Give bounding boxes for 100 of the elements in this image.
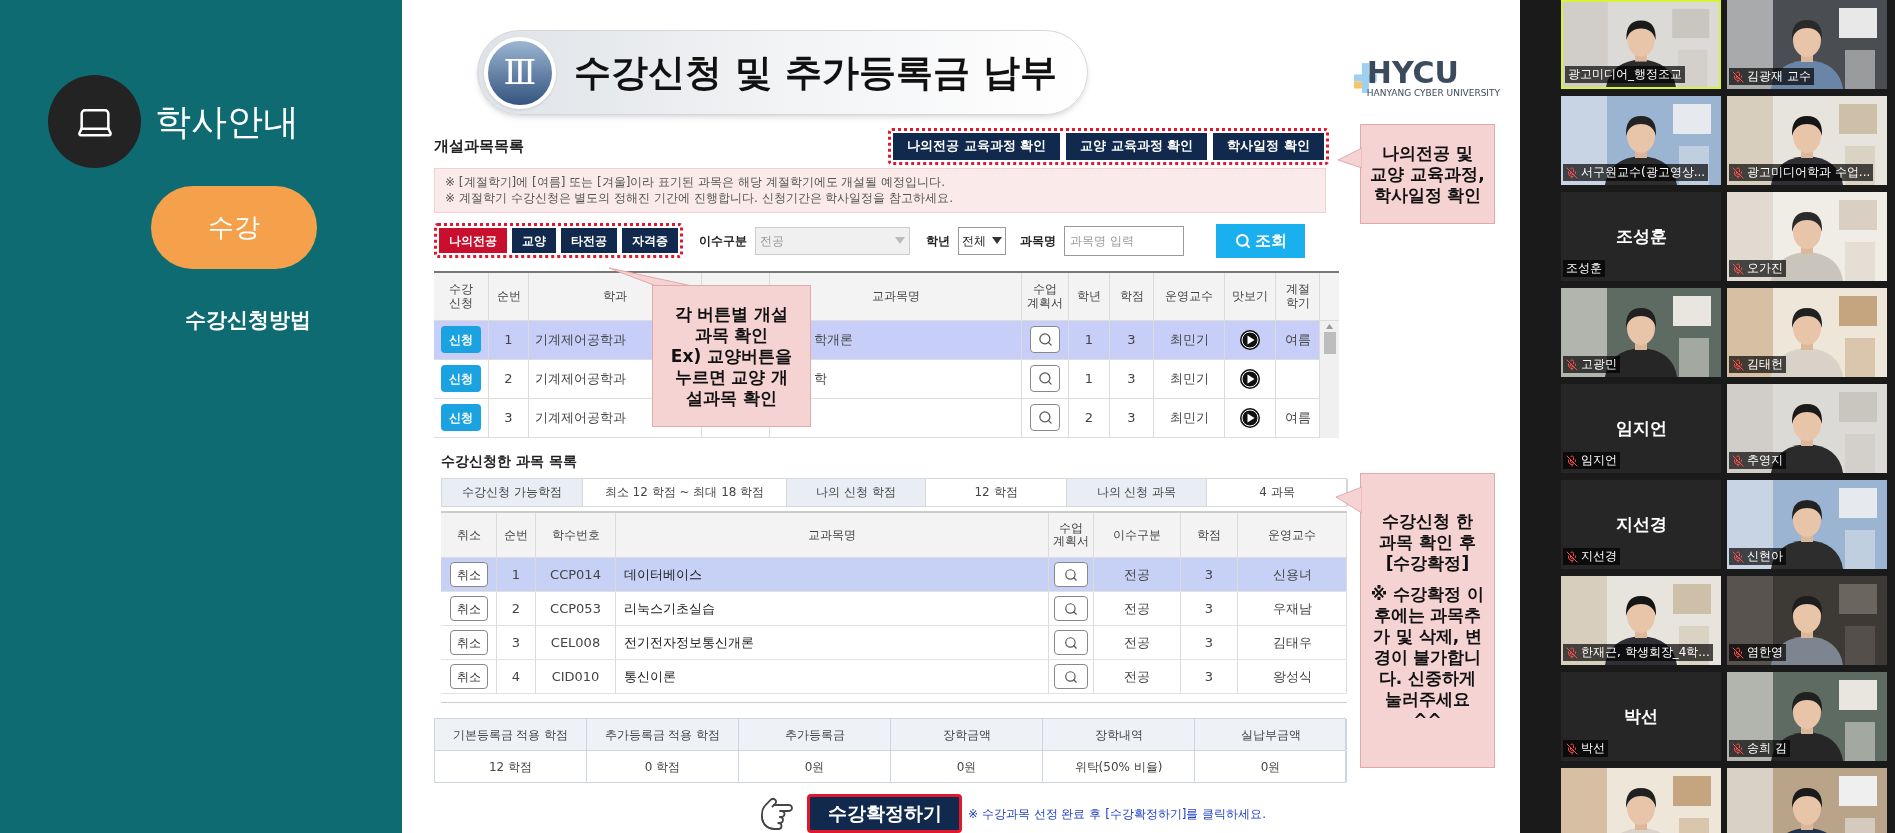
table-cell-text: 3 bbox=[1204, 600, 1214, 619]
table-cell-text: 3 bbox=[1127, 369, 1136, 388]
filter-tab[interactable]: 교양 bbox=[512, 228, 556, 254]
cancel-button[interactable]: 취소 bbox=[449, 562, 488, 588]
column-header: 학점 bbox=[1197, 528, 1221, 542]
filter-label: 이수구분 bbox=[699, 232, 747, 250]
table-cell-text: 전공 bbox=[1124, 634, 1150, 653]
summary-label: 나의 신청 학점 bbox=[816, 484, 896, 502]
participant-tile[interactable]: 염한영 bbox=[1727, 576, 1887, 665]
table-cell-text: 기계제어공학과 bbox=[535, 330, 626, 349]
participant-tile[interactable]: 박선 박선 bbox=[1561, 672, 1721, 761]
table-cell-text: 기계제어공학과 bbox=[535, 408, 626, 427]
table-cell-text: 데이터베이스 bbox=[624, 566, 702, 585]
table-cell-text: 3 bbox=[504, 408, 513, 427]
syllabus-button[interactable] bbox=[1030, 326, 1060, 353]
table-cell-text: 3 bbox=[1127, 408, 1136, 427]
link-button[interactable]: 학사일정 확인 bbox=[1213, 132, 1324, 160]
syllabus-button[interactable] bbox=[1054, 664, 1088, 690]
participant-tile[interactable]: 서구원교수(광고영상... bbox=[1561, 96, 1721, 185]
participant-tile[interactable]: 지선경 지선경 bbox=[1561, 480, 1721, 569]
syllabus-button[interactable] bbox=[1054, 596, 1088, 622]
search-icon bbox=[1037, 371, 1053, 386]
syllabus-button[interactable] bbox=[1030, 404, 1060, 431]
participant-tile[interactable]: 신현아 bbox=[1727, 480, 1887, 569]
table-cell-text: 리눅스기초실습 bbox=[624, 600, 715, 619]
table-cell-text: 2 bbox=[1084, 408, 1094, 427]
search-icon bbox=[1064, 567, 1078, 582]
table-cell-text: 3 bbox=[1204, 566, 1214, 585]
scroll-up-icon[interactable] bbox=[1326, 323, 1333, 329]
table-cell-text: 전공 bbox=[1124, 600, 1150, 619]
cancel-button[interactable]: 취소 bbox=[449, 664, 488, 690]
confirm-button[interactable]: 수강확정하기 bbox=[807, 794, 962, 833]
participant-tile[interactable]: 임지언 임지언 bbox=[1561, 384, 1721, 473]
participant-tile[interactable]: 조성훈 조성훈 bbox=[1561, 192, 1721, 281]
participant-display-name: 조성훈 bbox=[1615, 224, 1667, 248]
table-cell-text: 1 bbox=[511, 566, 521, 585]
input-field[interactable]: 과목명 입력 bbox=[1064, 225, 1184, 256]
participant-tile[interactable]: 고광민 bbox=[1561, 288, 1721, 377]
select-field[interactable]: 전체 bbox=[958, 226, 1006, 255]
caret-icon bbox=[895, 237, 905, 245]
syllabus-button[interactable] bbox=[1030, 365, 1060, 392]
syllabus-button[interactable] bbox=[1054, 562, 1088, 588]
play-icon[interactable] bbox=[1239, 328, 1261, 351]
scrollbar[interactable] bbox=[1320, 320, 1339, 438]
search-icon bbox=[1064, 601, 1078, 616]
table-cell-text: 2 bbox=[511, 600, 521, 619]
cancel-button[interactable]: 취소 bbox=[449, 596, 488, 622]
filter-tab[interactable]: 나의전공 bbox=[439, 228, 507, 254]
column-header: 추가등록금 bbox=[784, 726, 845, 744]
list-title: 개설과목목록 bbox=[434, 135, 524, 157]
column-header: 기본등록금 적용 학점 bbox=[452, 726, 569, 744]
logo-text: HYCU bbox=[1366, 57, 1459, 88]
table-row[interactable]: 취소 2 CCP053 리눅스기초실습 전공 3 우재남 bbox=[441, 592, 1347, 627]
callout-pointer bbox=[1338, 146, 1362, 170]
table-cell-text: 여름 bbox=[1284, 330, 1311, 349]
filter-label: 과목명 bbox=[1020, 232, 1056, 250]
table-cell-text: 최민기 bbox=[1169, 408, 1209, 427]
participant-tile[interactable]: 김태헌 bbox=[1727, 288, 1887, 377]
filter-tab[interactable]: 타전공 bbox=[561, 228, 617, 254]
link-button[interactable]: 나의전공 교육과정 확인 bbox=[893, 132, 1061, 160]
play-icon[interactable] bbox=[1239, 367, 1261, 390]
participant-tile[interactable]: 한재근, 학생회장_4학... bbox=[1561, 576, 1721, 665]
column-header: 장학금액 bbox=[942, 726, 991, 744]
participant-name: 오가진 bbox=[1747, 261, 1783, 276]
table-row[interactable]: 취소 4 CID010 통신이론 전공 3 왕성식 bbox=[441, 660, 1347, 695]
table-cell-text: 위탁(50% 비율) bbox=[1074, 758, 1163, 776]
participant-name: 임지언 bbox=[1581, 453, 1617, 468]
summary-value: 12 학점 bbox=[974, 484, 1018, 502]
table-cell-text: 최민기 bbox=[1169, 369, 1209, 388]
scroll-thumb[interactable] bbox=[1323, 331, 1336, 354]
table-cell-text: 1 bbox=[1084, 330, 1094, 349]
summary-label: 수강신청 가능학점 bbox=[462, 484, 562, 502]
search-icon bbox=[1064, 635, 1078, 650]
callout-text: ※ 수강확정 이 후에는 과목추 가 및 삭제, 변 경이 불가합니 다. 신중하게 눌러주세요 ^^ bbox=[1370, 583, 1485, 731]
search-icon bbox=[1234, 232, 1251, 249]
table-cell-text: 전공 bbox=[1124, 566, 1150, 585]
participant-tile[interactable]: 추영지 bbox=[1727, 384, 1887, 473]
participant-tile[interactable]: 광고미디어학과 수업... bbox=[1727, 96, 1887, 185]
link-button[interactable]: 교양 교육과정 확인 bbox=[1066, 132, 1208, 160]
participant-name: 광고미디어학과 수업... bbox=[1747, 165, 1871, 180]
participant-tile[interactable]: 오가진 bbox=[1727, 192, 1887, 281]
notice-text: ※ 계절학기 수강신청은 별도의 정해진 기간에 진행합니다. 신청기간은 학사일정을 참고하세요. bbox=[445, 190, 954, 207]
summary-label: 나의 신청 과목 bbox=[1096, 484, 1177, 502]
table-row[interactable]: 취소 1 CCP014 데이터베이스 전공 3 신용녀 bbox=[441, 558, 1347, 593]
column-header: 순번 bbox=[504, 528, 528, 542]
table-cell-text: 우재남 bbox=[1272, 600, 1312, 619]
table-cell-text: 3 bbox=[1204, 668, 1214, 687]
play-icon[interactable] bbox=[1239, 406, 1261, 429]
syllabus-button[interactable] bbox=[1054, 630, 1088, 656]
table-row[interactable]: 취소 3 CEL008 전기전자정보통신개론 전공 3 김태우 bbox=[441, 626, 1347, 661]
cancel-button[interactable]: 취소 bbox=[449, 630, 488, 656]
table-cell-text: 기계제어공학과 bbox=[535, 369, 626, 388]
participant-name: 신현아 bbox=[1747, 549, 1783, 564]
table-cell-text: 1 bbox=[504, 330, 513, 349]
participant-tile[interactable]: 송희 김 bbox=[1727, 672, 1887, 761]
filter-label: 학년 bbox=[926, 232, 950, 250]
column-header: 이수구분 bbox=[1113, 528, 1161, 542]
participant-tile[interactable]: 광고미디어_행정조교 bbox=[1561, 0, 1721, 89]
filter-tab[interactable]: 자격증 bbox=[622, 228, 678, 254]
participant-tile[interactable]: 김광재 교수 bbox=[1727, 0, 1887, 89]
